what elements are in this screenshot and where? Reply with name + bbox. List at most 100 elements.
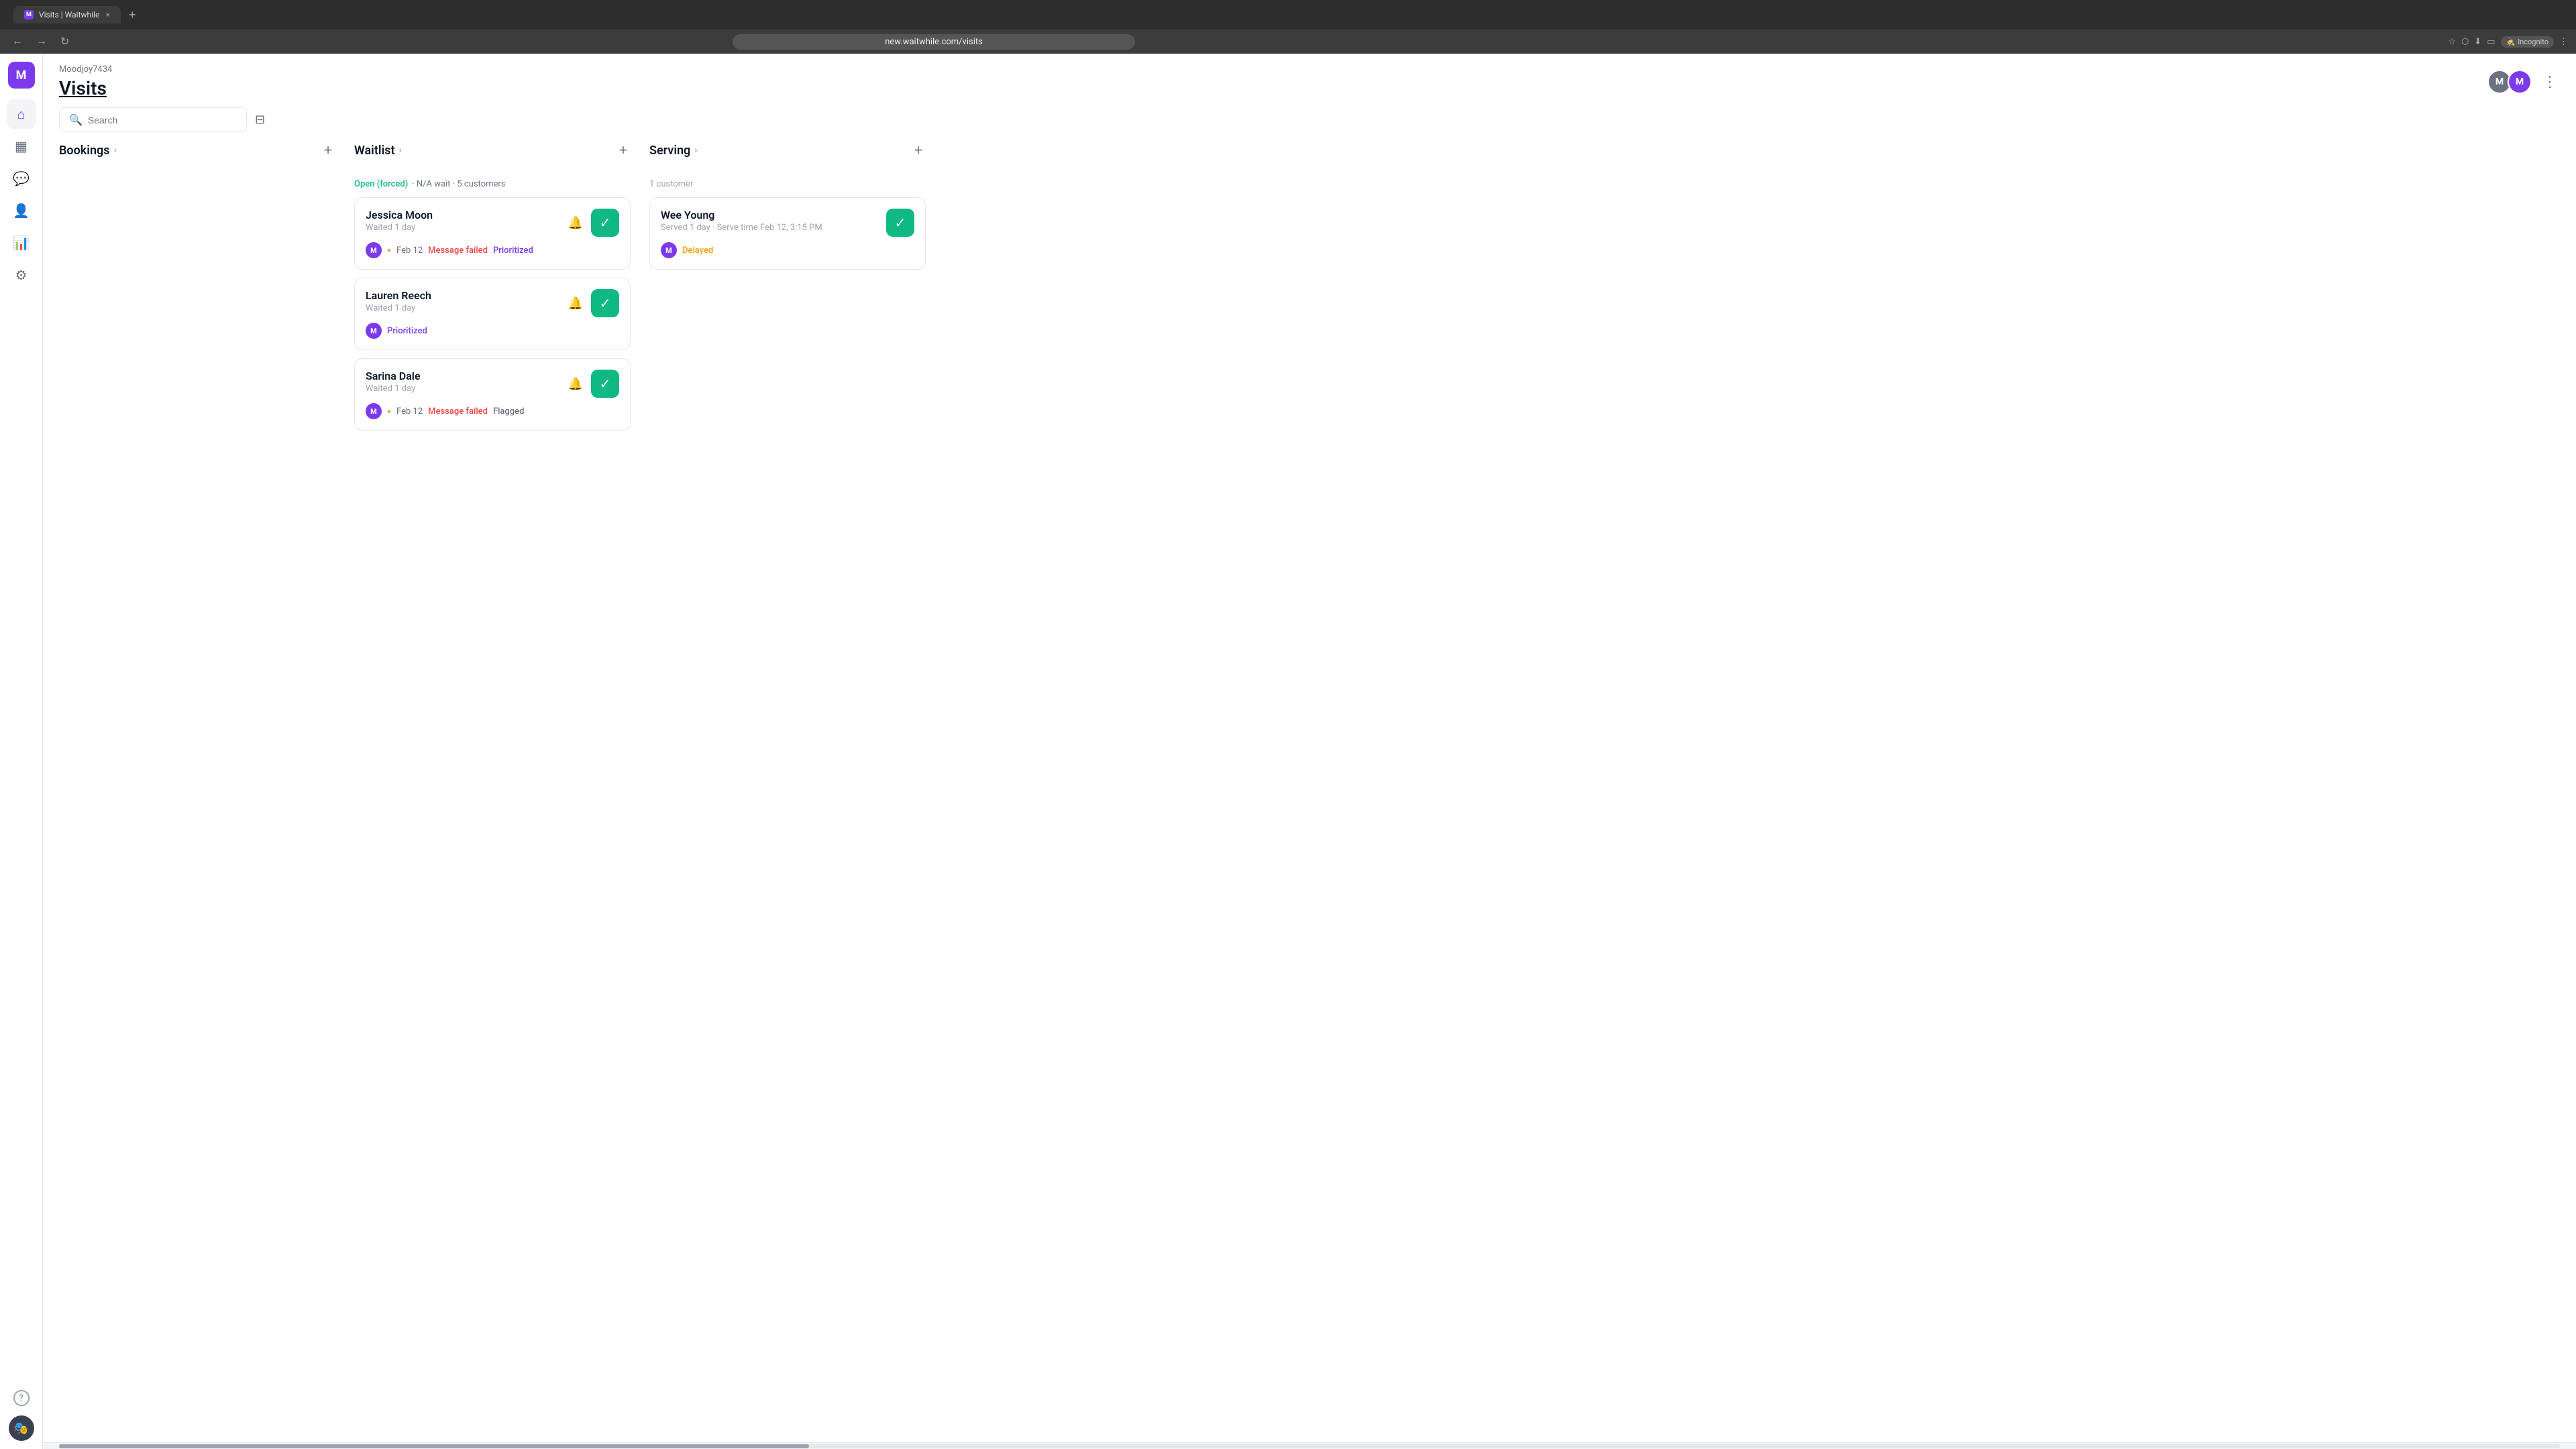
- back-button[interactable]: ←: [8, 33, 27, 50]
- tab-close-button[interactable]: ×: [106, 10, 110, 19]
- tag-delayed-wee-young[interactable]: Delayed: [682, 246, 713, 256]
- app-container: M ⌂ ▦ 💬 👤 📊 ⚙ ? 🎭 Moodjo: [0, 54, 2576, 1449]
- bookings-add-button[interactable]: +: [318, 140, 338, 160]
- serving-column-header: Serving › +: [649, 140, 928, 168]
- tab-title: Visits | Waitwhile: [39, 10, 99, 19]
- search-icon: 🔍: [69, 113, 83, 126]
- card-top: Sarina Dale Waited 1 day 🔔 ✓: [366, 370, 619, 398]
- columns-scroll: Bookings › + Waitlist ›: [43, 140, 2576, 1442]
- sidebar-item-analytics[interactable]: 📊: [7, 228, 36, 258]
- bookmark-icon[interactable]: ☆: [2448, 37, 2456, 47]
- card-actions: ✓: [886, 209, 914, 237]
- card-meta-avatar: M: [366, 403, 382, 419]
- waitlist-title[interactable]: Waitlist ›: [354, 144, 402, 158]
- extensions-icon[interactable]: ⬡: [2461, 37, 2469, 47]
- analytics-icon: 📊: [13, 235, 30, 251]
- waitlist-column-header: Waitlist › +: [354, 140, 633, 168]
- waitlist-chevron: ›: [399, 145, 402, 156]
- new-tab-button[interactable]: +: [129, 8, 136, 22]
- tag-flagged-sarina[interactable]: Flagged: [493, 407, 525, 417]
- sidebar-item-calendar[interactable]: ▦: [7, 131, 36, 161]
- device-icon[interactable]: ▭: [2487, 37, 2495, 47]
- bell-button-sarina[interactable]: 🔔: [566, 374, 586, 394]
- card-top: Lauren Reech Waited 1 day 🔔 ✓: [366, 289, 619, 317]
- card-top: Jessica Moon Waited 1 day 🔔 ✓: [366, 209, 619, 237]
- check-button-jessica[interactable]: ✓: [591, 209, 619, 237]
- page-title[interactable]: Visits: [59, 77, 112, 99]
- more-options-button[interactable]: ⋮: [2540, 70, 2560, 93]
- visit-card-lauren-reech[interactable]: Lauren Reech Waited 1 day 🔔 ✓ M: [354, 278, 631, 350]
- forward-button[interactable]: →: [32, 33, 51, 50]
- serving-title[interactable]: Serving ›: [649, 144, 698, 158]
- yellow-dot-icon: ●: [387, 247, 391, 254]
- bookings-column: Bookings › +: [59, 140, 354, 1426]
- settings-icon: ⚙: [15, 267, 28, 283]
- card-waited: Waited 1 day: [366, 303, 431, 313]
- sidebar: M ⌂ ▦ 💬 👤 📊 ⚙ ? 🎭: [0, 54, 43, 1449]
- check-button-wee-young[interactable]: ✓: [886, 209, 914, 237]
- title-area: Moodjoy7434 Visits: [59, 64, 112, 99]
- card-served-info: Served 1 day · Serve time Feb 12, 3:15 P…: [661, 223, 822, 233]
- sidebar-item-settings[interactable]: ⚙: [7, 260, 36, 290]
- check-button-sarina[interactable]: ✓: [591, 370, 619, 398]
- visit-card-sarina-dale[interactable]: Sarina Dale Waited 1 day 🔔 ✓ M ●: [354, 358, 631, 431]
- horizontal-scrollbar[interactable]: [43, 1442, 2576, 1449]
- card-info: Jessica Moon Waited 1 day: [366, 209, 433, 233]
- yellow-dot-icon: ●: [387, 408, 391, 415]
- visit-card-wee-young[interactable]: Wee Young Served 1 day · Serve time Feb …: [649, 197, 926, 270]
- sidebar-item-home[interactable]: ⌂: [7, 99, 36, 129]
- avatar-m2[interactable]: M: [2508, 70, 2532, 94]
- card-top: Wee Young Served 1 day · Serve time Feb …: [661, 209, 914, 237]
- tab-favicon: M: [24, 10, 34, 19]
- user-avatar[interactable]: 🎭: [9, 1415, 34, 1441]
- card-name: Sarina Dale: [366, 370, 421, 382]
- bookings-column-header: Bookings › +: [59, 140, 338, 168]
- browser-tab-bar: M Visits | Waitwhile × +: [0, 0, 2576, 30]
- avatar-image: 🎭: [13, 1421, 28, 1436]
- bell-button-lauren[interactable]: 🔔: [566, 294, 586, 313]
- tag-message-failed-jessica[interactable]: Message failed: [428, 246, 488, 256]
- messages-icon: 💬: [13, 170, 30, 186]
- menu-icon[interactable]: ⋮: [2559, 37, 2568, 47]
- card-info: Lauren Reech Waited 1 day: [366, 289, 431, 313]
- bell-button-jessica[interactable]: 🔔: [566, 213, 586, 233]
- visit-card-jessica-moon[interactable]: Jessica Moon Waited 1 day 🔔 ✓ M: [354, 197, 631, 270]
- scrollbar-track: [59, 1444, 2560, 1448]
- scrollbar-thumb[interactable]: [59, 1444, 809, 1448]
- address-bar[interactable]: new.waitwhile.com/visits: [733, 34, 1135, 50]
- card-waited: Waited 1 day: [366, 384, 421, 394]
- sidebar-item-users[interactable]: 👤: [7, 196, 36, 225]
- waitlist-add-button[interactable]: +: [613, 140, 633, 160]
- refresh-button[interactable]: ↻: [56, 32, 73, 51]
- search-row: 🔍 ⊟: [43, 99, 2576, 140]
- sidebar-item-messages[interactable]: 💬: [7, 164, 36, 193]
- check-button-lauren[interactable]: ✓: [591, 289, 619, 317]
- home-icon: ⌂: [17, 106, 25, 123]
- waitlist-status-suffix: · N/A wait · 5 customers: [412, 179, 505, 189]
- search-input[interactable]: [88, 115, 237, 125]
- sidebar-item-help[interactable]: ?: [7, 1383, 36, 1413]
- filter-button[interactable]: ⊟: [255, 113, 265, 127]
- card-actions: 🔔 ✓: [566, 209, 619, 237]
- filter-icon: ⊟: [255, 113, 265, 126]
- users-icon: 👤: [13, 203, 30, 219]
- card-info: Wee Young Served 1 day · Serve time Feb …: [661, 209, 822, 233]
- downloads-icon[interactable]: ⬇: [2474, 37, 2481, 47]
- card-meta-date: Feb 12: [396, 246, 423, 256]
- tag-prioritized-jessica[interactable]: Prioritized: [493, 246, 533, 256]
- card-info: Sarina Dale Waited 1 day: [366, 370, 421, 394]
- active-tab[interactable]: M Visits | Waitwhile ×: [13, 6, 121, 23]
- serving-customer-count: 1 customer: [649, 179, 928, 189]
- topbar: Moodjoy7434 Visits M M ⋮: [43, 54, 2576, 99]
- tag-prioritized-lauren[interactable]: Prioritized: [387, 326, 427, 336]
- bookings-title[interactable]: Bookings ›: [59, 144, 117, 158]
- card-actions: 🔔 ✓: [566, 289, 619, 317]
- waitlist-status-bar: Open (forced) · N/A wait · 5 customers: [354, 179, 633, 189]
- card-waited: Waited 1 day: [366, 223, 433, 233]
- app-logo[interactable]: M: [8, 62, 35, 89]
- tag-message-failed-sarina[interactable]: Message failed: [428, 407, 488, 417]
- serving-add-button[interactable]: +: [908, 140, 928, 160]
- address-bar-row: ← → ↻ new.waitwhile.com/visits ☆ ⬡ ⬇ ▭ 🕵…: [0, 30, 2576, 54]
- incognito-icon: 🕵: [2506, 38, 2516, 46]
- search-field-wrap[interactable]: 🔍: [59, 107, 247, 132]
